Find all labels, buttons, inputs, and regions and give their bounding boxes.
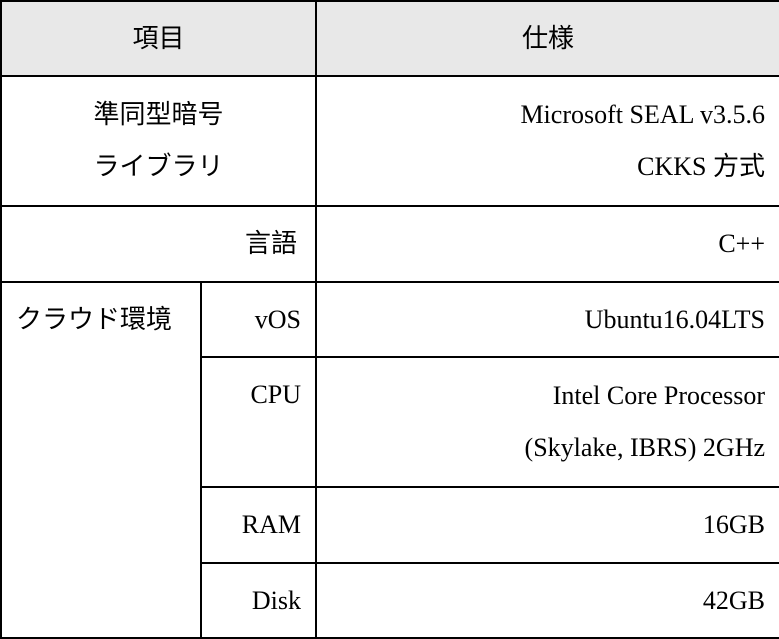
crypto-lib-label-line2: ライブラリ	[16, 141, 301, 193]
cloud-cpu-value-line2: (Skylake, IBRS) 2GHz	[331, 422, 765, 474]
language-value: C++	[316, 206, 779, 281]
cloud-ram-value: 16GB	[316, 487, 779, 562]
row-language: 言語 C++	[1, 206, 779, 281]
crypto-lib-value-line2: CKKS 方式	[331, 141, 765, 193]
spec-table: 項目 仕様 準同型暗号 ライブラリ Microsoft SEAL v3.5.6 …	[0, 0, 779, 639]
cloud-cpu-label: CPU	[201, 357, 316, 487]
header-item: 項目	[1, 1, 316, 76]
header-row: 項目 仕様	[1, 1, 779, 76]
cloud-disk-label: Disk	[201, 563, 316, 638]
crypto-lib-label-line1: 準同型暗号	[16, 89, 301, 141]
language-label: 言語	[1, 206, 316, 281]
header-spec: 仕様	[316, 1, 779, 76]
cloud-disk-value: 42GB	[316, 563, 779, 638]
cloud-vos-value: Ubuntu16.04LTS	[316, 282, 779, 357]
row-cloud-vos: クラウド環境 vOS Ubuntu16.04LTS	[1, 282, 779, 357]
cloud-vos-label: vOS	[201, 282, 316, 357]
crypto-lib-value: Microsoft SEAL v3.5.6 CKKS 方式	[316, 76, 779, 206]
crypto-lib-value-line1: Microsoft SEAL v3.5.6	[331, 89, 765, 141]
cloud-ram-label: RAM	[201, 487, 316, 562]
row-crypto-lib: 準同型暗号 ライブラリ Microsoft SEAL v3.5.6 CKKS 方…	[1, 76, 779, 206]
cloud-cpu-value: Intel Core Processor (Skylake, IBRS) 2GH…	[316, 357, 779, 487]
cloud-cpu-value-line1: Intel Core Processor	[331, 370, 765, 422]
crypto-lib-label: 準同型暗号 ライブラリ	[1, 76, 316, 206]
cloud-label: クラウド環境	[1, 282, 201, 638]
